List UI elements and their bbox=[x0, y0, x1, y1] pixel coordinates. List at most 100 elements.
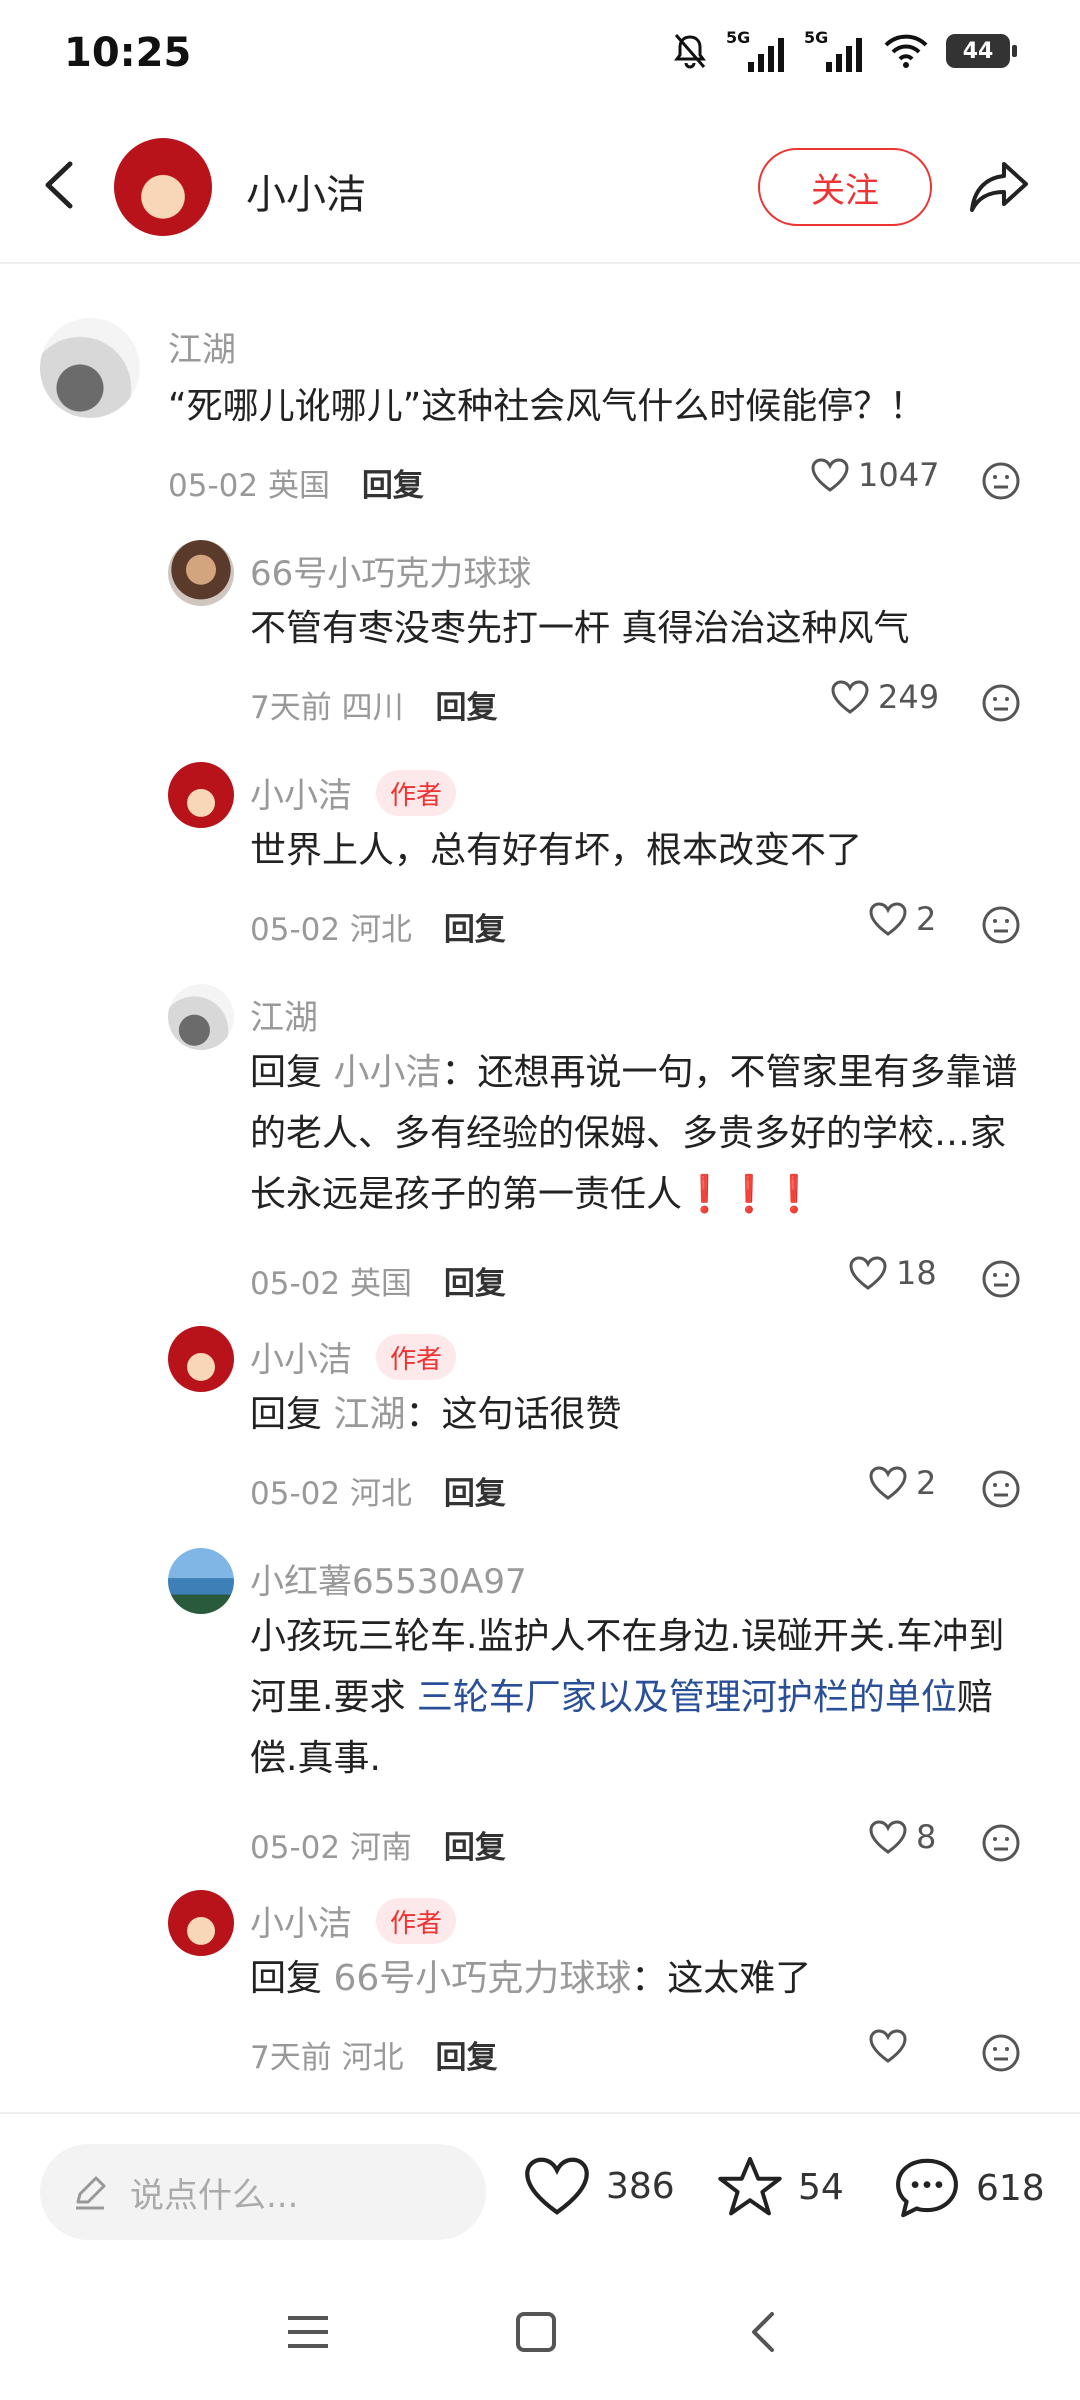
wifi-icon bbox=[884, 34, 928, 68]
comment-meta: 7天前 四川 回复 bbox=[250, 682, 497, 727]
comment-text: “死哪儿讹哪儿”这种社会风气什么时候能停？！ bbox=[168, 386, 926, 427]
avatar[interactable] bbox=[168, 1326, 234, 1392]
avatar[interactable] bbox=[168, 1548, 234, 1614]
reply-button[interactable]: 回复 bbox=[444, 1476, 506, 1512]
comment-location: 河南 bbox=[349, 1830, 412, 1866]
reply-button[interactable]: 回复 bbox=[444, 1266, 506, 1302]
reaction-face-icon[interactable] bbox=[980, 460, 1022, 502]
reaction-face-icon[interactable] bbox=[980, 2032, 1022, 2074]
avatar[interactable] bbox=[40, 318, 140, 418]
signal-icon: 5G bbox=[726, 28, 788, 74]
reply-prefix: 回复 bbox=[250, 1052, 323, 1093]
follow-button[interactable]: 关注 bbox=[758, 148, 932, 226]
avatar[interactable] bbox=[168, 1890, 234, 1956]
comment-item: 江湖 “死哪儿讹哪儿”这种社会风气什么时候能停？！ 05-02 英国 回复 10… bbox=[0, 266, 1080, 504]
like-count: 18 bbox=[896, 1254, 937, 1292]
reply-to-user[interactable]: 小小洁 bbox=[333, 1052, 441, 1093]
author-avatar[interactable] bbox=[114, 138, 212, 236]
comment-date: 05-02 bbox=[168, 468, 259, 504]
reply-button[interactable]: 回复 bbox=[435, 690, 497, 726]
comments-button[interactable]: 618 bbox=[892, 2154, 1045, 2222]
like-button[interactable]: 8 bbox=[868, 1818, 936, 1856]
heart-icon bbox=[869, 1820, 907, 1854]
like-button[interactable]: 2 bbox=[868, 900, 936, 938]
status-icons: 5G 5G 44 bbox=[670, 28, 1017, 74]
signal-icon: 5G bbox=[804, 28, 866, 74]
like-count: 1047 bbox=[858, 456, 940, 494]
heart-icon bbox=[849, 1256, 887, 1290]
reply-button[interactable]: 回复 bbox=[444, 1830, 506, 1866]
comment-meta: 05-02 河北 回复 bbox=[250, 1468, 506, 1513]
like-count: 2 bbox=[916, 1464, 937, 1502]
comment-location: 河北 bbox=[341, 2040, 404, 2076]
author-badge: 作者 bbox=[376, 1334, 457, 1380]
comment-date: 7天前 bbox=[250, 690, 332, 726]
reply-to-user[interactable]: 江湖 bbox=[333, 1394, 405, 1435]
comment-text: 回复 66号小巧克力球球：这太难了 bbox=[250, 1948, 1040, 2009]
reaction-face-icon[interactable] bbox=[980, 904, 1022, 946]
back-icon[interactable] bbox=[30, 150, 90, 220]
like-button[interactable]: 2 bbox=[868, 1464, 936, 1502]
reply-button[interactable]: 回复 bbox=[362, 468, 424, 504]
status-time: 10:25 bbox=[64, 30, 192, 76]
like-count: 8 bbox=[916, 1818, 937, 1856]
comment-text: 回复 江湖：这句话很赞 bbox=[250, 1384, 1040, 1445]
like-button[interactable]: 1047 bbox=[810, 456, 939, 494]
like-button[interactable]: 18 bbox=[848, 1254, 937, 1292]
avatar[interactable] bbox=[168, 984, 234, 1050]
comment-date: 05-02 bbox=[250, 1830, 341, 1866]
system-nav-bar bbox=[0, 2262, 1080, 2400]
comment-count: 618 bbox=[976, 2167, 1045, 2209]
star-icon bbox=[718, 2156, 782, 2216]
reply-to-user[interactable]: 66号小巧克力球球 bbox=[333, 1958, 631, 1999]
reaction-face-icon[interactable] bbox=[980, 1258, 1022, 1300]
reaction-face-icon[interactable] bbox=[980, 1468, 1022, 1510]
alert-emoji: ❗❗❗ bbox=[682, 1174, 817, 1215]
reply-item: 66号小巧克力球球 不管有枣没枣先打一杆 真得治治这种风气 7天前 四川 回复 … bbox=[0, 526, 1080, 726]
comment-list: 江湖 “死哪儿讹哪儿”这种社会风气什么时候能停？！ 05-02 英国 回复 10… bbox=[0, 266, 1080, 2111]
comment-author[interactable]: 66号小巧克力球球 bbox=[250, 546, 531, 595]
comment-author[interactable]: 江湖 bbox=[250, 990, 318, 1039]
menu-icon[interactable] bbox=[278, 2302, 338, 2362]
like-post-button[interactable]: 386 bbox=[522, 2154, 675, 2218]
like-button[interactable]: 249 bbox=[830, 678, 939, 716]
share-icon[interactable] bbox=[966, 154, 1032, 220]
reply-button[interactable]: 回复 bbox=[435, 2040, 497, 2076]
comment-text: 小孩玩三轮车.监护人不在身边.误碰开关.车冲到河里.要求 三轮车厂家以及管理河护… bbox=[250, 1606, 1040, 1789]
like-count: 2 bbox=[916, 900, 937, 938]
bottom-action-bar: 说点什么... 386 54 618 bbox=[0, 2112, 1080, 2262]
reply-item: 小小洁 作者 世界上人，总有好有坏，根本改变不了 05-02 河北 回复 2 bbox=[0, 748, 1080, 948]
reply-button[interactable]: 回复 bbox=[444, 912, 506, 948]
reply-prefix: 回复 bbox=[250, 1958, 323, 1999]
pencil-icon bbox=[76, 2176, 106, 2210]
chat-bubble-icon bbox=[896, 2158, 958, 2218]
comment-author[interactable]: 江湖 bbox=[168, 322, 236, 371]
reply-body: ：这句话很赞 bbox=[405, 1394, 622, 1435]
network-type-label: 5G bbox=[804, 28, 829, 47]
avatar[interactable] bbox=[168, 540, 234, 606]
favorite-count: 54 bbox=[798, 2166, 844, 2208]
favorite-button[interactable]: 54 bbox=[716, 2154, 844, 2220]
topic-link[interactable]: 三轮车厂家以及管理河护栏的单位 bbox=[417, 1677, 957, 1718]
home-icon[interactable] bbox=[506, 2302, 566, 2362]
comment-author[interactable]: 小小洁 bbox=[250, 1896, 352, 1945]
header: 小小洁 关注 bbox=[0, 110, 1080, 264]
comment-location: 四川 bbox=[341, 690, 404, 726]
comment-author[interactable]: 小小洁 bbox=[250, 1332, 352, 1381]
nav-back-icon[interactable] bbox=[734, 2302, 794, 2362]
comment-meta: 7天前 河北 回复 bbox=[250, 2032, 497, 2077]
network-type-label: 5G bbox=[726, 28, 751, 47]
author-name[interactable]: 小小洁 bbox=[246, 162, 366, 220]
like-button[interactable] bbox=[868, 2028, 916, 2064]
comment-input[interactable]: 说点什么... bbox=[40, 2144, 486, 2240]
heart-icon bbox=[831, 680, 869, 714]
comment-author[interactable]: 小红薯65530A97 bbox=[250, 1554, 527, 1603]
reaction-face-icon[interactable] bbox=[980, 1822, 1022, 1864]
author-badge: 作者 bbox=[376, 770, 457, 816]
comment-meta: 05-02 河南 回复 bbox=[250, 1822, 506, 1867]
comment-author[interactable]: 小小洁 bbox=[250, 768, 352, 817]
reaction-face-icon[interactable] bbox=[980, 682, 1022, 724]
avatar[interactable] bbox=[168, 762, 234, 828]
heart-icon bbox=[869, 2029, 907, 2063]
comment-text: 不管有枣没枣先打一杆 真得治治这种风气 bbox=[250, 608, 910, 649]
